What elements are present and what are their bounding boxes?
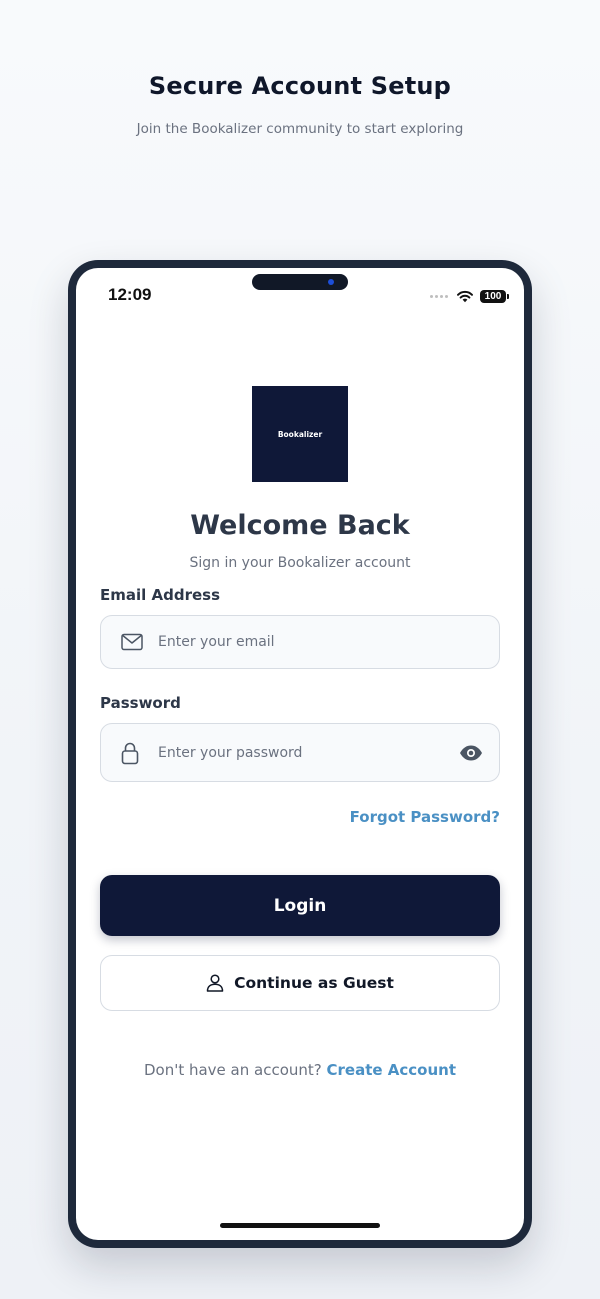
status-time: 12:09 [108,285,152,304]
status-icons: 100 [430,288,509,304]
forgot-password-link[interactable]: Forgot Password? [350,808,500,826]
login-button[interactable]: Login [100,875,500,936]
welcome-subtitle: Sign in your Bookalizer account [189,555,411,571]
battery-icon: 100 [480,289,509,303]
app-logo: Bookalizer [252,386,348,482]
password-label: Password [100,694,181,712]
email-field[interactable] [100,615,500,669]
email-label: Email Address [100,586,221,604]
home-indicator[interactable] [220,1223,380,1228]
password-field[interactable] [100,723,500,782]
signup-prompt: Don't have an account? [143,1061,327,1079]
email-input[interactable] [158,616,448,668]
signup-row: Don't have an account? Create Account [76,1061,524,1079]
lock-icon [121,742,139,764]
phone-screen: 12:09 100 Bookalizer Welcome Back Sign i… [76,268,524,1240]
signal-dots-icon [430,294,448,298]
camera-dot [328,279,334,285]
dynamic-island [252,274,348,290]
phone-frame: 12:09 100 Bookalizer Welcome Back Sign i… [68,260,532,1248]
welcome-title: Welcome Back [190,510,410,541]
password-input[interactable] [158,724,448,781]
user-icon [206,974,224,992]
page-title: Secure Account Setup [148,72,452,100]
mail-icon [121,633,143,651]
guest-button-label: Continue as Guest [234,974,394,992]
show-password-button[interactable] [459,741,483,765]
page-subtitle: Join the Bookalizer community to start e… [136,121,464,137]
wifi-icon [457,290,473,303]
create-account-link[interactable]: Create Account [327,1061,457,1079]
continue-as-guest-button[interactable]: Continue as Guest [100,955,500,1011]
eye-icon [460,745,482,760]
